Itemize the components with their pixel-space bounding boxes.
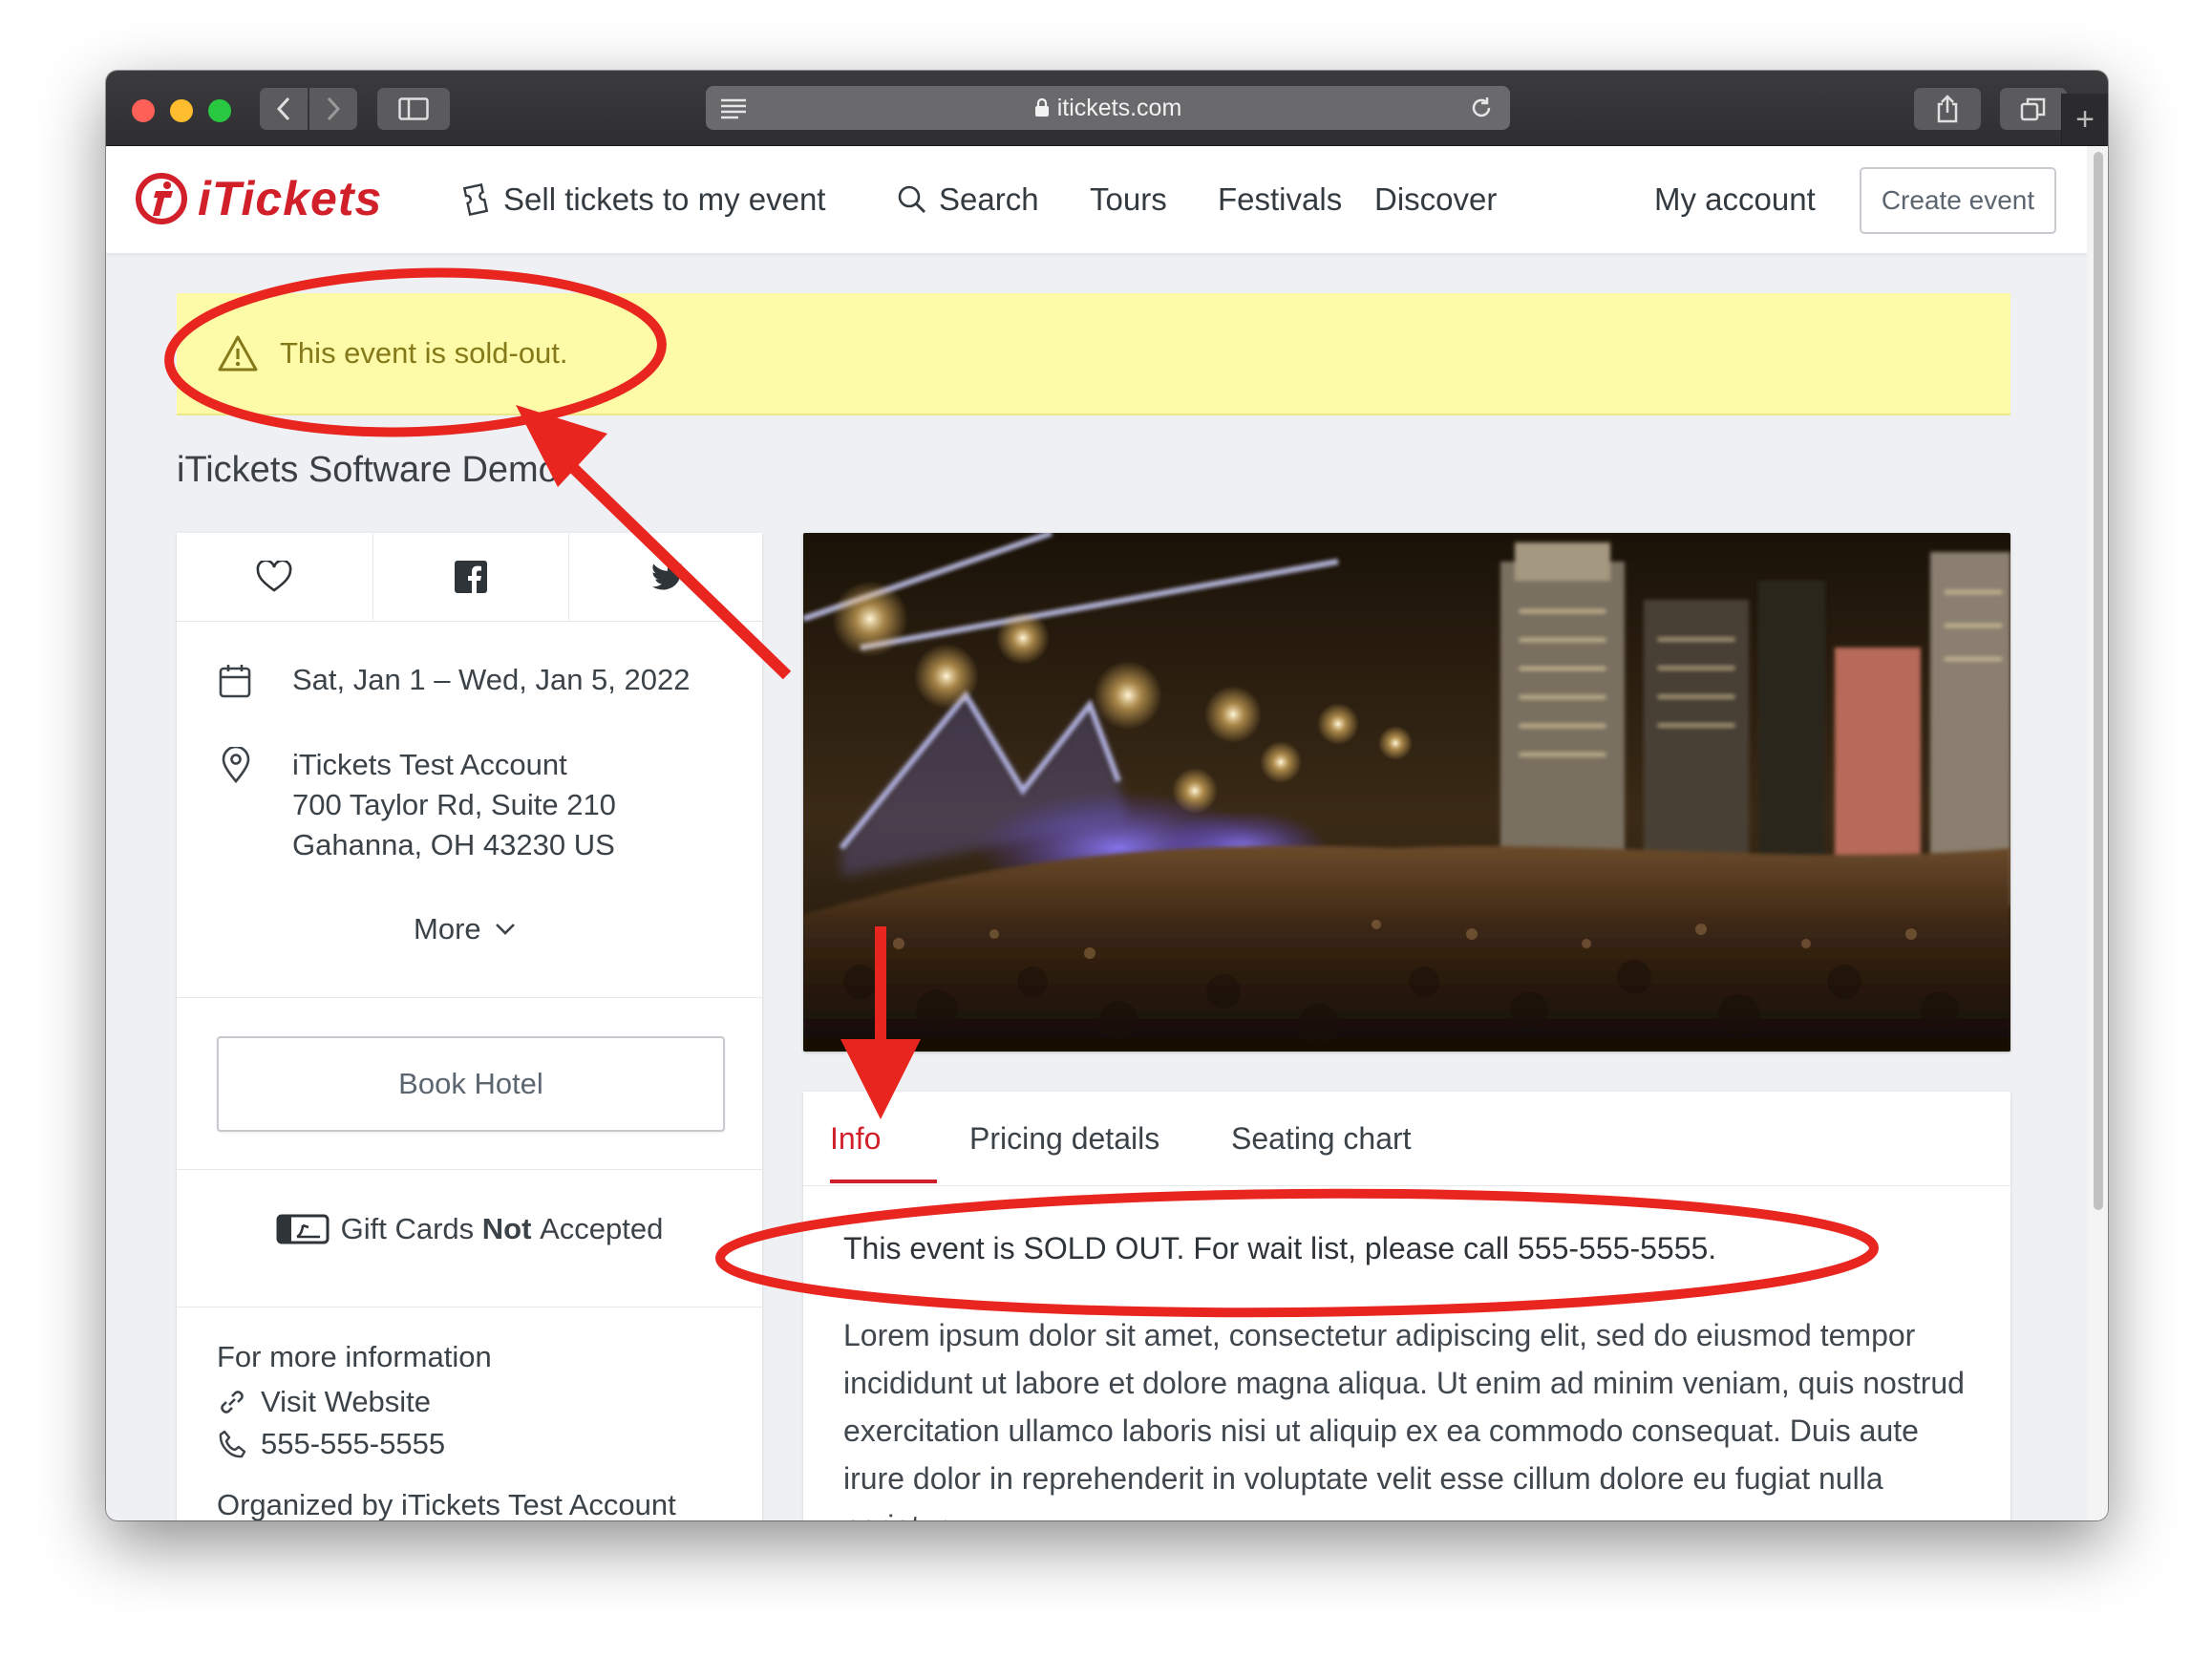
book-hotel-button[interactable]: Book Hotel (217, 1036, 725, 1132)
page-scrollbar[interactable] (2087, 146, 2108, 1520)
gift-cards-not: Not (481, 1212, 532, 1245)
nav-tours[interactable]: Tours (1090, 146, 1167, 253)
phone-label: 555-555-5555 (261, 1427, 446, 1460)
event-description: Lorem ipsum dolor sit amet, consectetur … (843, 1318, 1965, 1520)
link-icon (221, 1391, 244, 1414)
search-icon (898, 185, 925, 213)
gift-cards-notice: Gift Cards Not Accepted (177, 1188, 762, 1270)
venue-address-line1: 700 Taylor Rd, Suite 210 (292, 788, 616, 821)
tab-seating-chart[interactable]: Seating chart (1231, 1092, 1412, 1185)
nav-discover[interactable]: Discover (1374, 146, 1497, 253)
plus-icon: + (2075, 100, 2095, 138)
twitter-share-button[interactable] (568, 533, 763, 621)
visit-website-link[interactable]: Visit Website (217, 1385, 431, 1419)
venue-name: iTickets Test Account (292, 748, 567, 781)
reload-icon[interactable] (1468, 95, 1495, 128)
favorite-button[interactable] (177, 533, 371, 621)
address-bar[interactable]: itickets.com (706, 86, 1510, 130)
event-title: iTickets Software Demo (177, 450, 559, 490)
active-tab-indicator (830, 1180, 937, 1183)
more-info-heading: For more information (217, 1340, 492, 1373)
reader-icon[interactable] (719, 95, 748, 128)
chevron-down-icon (495, 924, 515, 935)
share-icon (1937, 95, 1958, 123)
organizer-text: Organized by iTickets Test Account (217, 1488, 676, 1520)
tabs-icon (2020, 97, 2046, 121)
close-window-button[interactable] (132, 99, 155, 122)
divider (177, 1169, 762, 1170)
soldout-alert-text: This event is sold-out. (280, 336, 568, 370)
event-date: Sat, Jan 1 – Wed, Jan 5, 2022 (292, 663, 691, 696)
chevron-left-icon (276, 96, 290, 121)
nav-search[interactable]: Search (897, 146, 1039, 253)
itickets-logo-icon (136, 173, 187, 224)
lock-icon (1034, 98, 1050, 117)
nav-festivals[interactable]: Festivals (1218, 146, 1342, 253)
gift-cards-prefix: Gift Cards (340, 1212, 475, 1245)
logo-text: iTickets (198, 172, 383, 225)
create-event-button[interactable]: Create event (1860, 167, 2056, 234)
twitter-icon (651, 563, 683, 590)
event-details-card: Info Pricing details Seating chart This … (803, 1092, 2010, 1520)
gift-cards-suffix: Accepted (540, 1212, 664, 1245)
back-button[interactable] (260, 88, 308, 130)
gift-card-icon (276, 1214, 330, 1244)
visit-website-label: Visit Website (261, 1385, 432, 1418)
facebook-share-button[interactable] (372, 533, 567, 621)
facebook-icon (454, 561, 487, 593)
browser-toolbar: itickets.com + (106, 71, 2108, 146)
venue-address-line2: Gahanna, OH 43230 US (292, 828, 615, 861)
sidebar-icon (398, 97, 429, 120)
forward-button[interactable] (309, 88, 357, 130)
share-button[interactable] (1914, 88, 1981, 130)
calendar-icon (219, 664, 251, 703)
minimize-window-button[interactable] (170, 99, 193, 122)
tabs-divider (803, 1185, 2010, 1186)
ticket-icon (462, 183, 489, 216)
heart-icon (256, 561, 291, 592)
more-toggle[interactable]: More (414, 909, 516, 949)
concert-photo (803, 533, 2010, 1052)
site-navbar: iTickets Sell tickets to my event Search… (106, 146, 2087, 253)
url-text: itickets.com (1056, 94, 1182, 121)
sidebar-toggle-button[interactable] (377, 88, 450, 130)
soldout-alert: This event is sold-out. (177, 293, 2010, 415)
tab-info[interactable]: Info (830, 1092, 881, 1185)
phone-icon (219, 1430, 246, 1458)
event-hero-image (803, 533, 2010, 1052)
nav-my-account[interactable]: My account (1654, 146, 1816, 253)
phone-link[interactable]: 555-555-5555 (217, 1427, 445, 1461)
share-row (177, 533, 762, 622)
warning-icon (217, 334, 259, 372)
chevron-right-icon (327, 96, 341, 121)
scrollbar-thumb[interactable] (2094, 152, 2103, 1210)
new-tab-button[interactable]: + (2061, 94, 2108, 145)
itickets-logo[interactable]: iTickets (135, 171, 382, 226)
divider (177, 997, 762, 998)
tabs-overview-button[interactable] (2000, 88, 2067, 130)
tab-pricing-details[interactable]: Pricing details (969, 1092, 1159, 1185)
zoom-window-button[interactable] (208, 99, 231, 122)
nav-sell-label: Sell tickets to my event (503, 181, 826, 217)
nav-sell-tickets[interactable]: Sell tickets to my event (459, 146, 825, 253)
nav-search-label: Search (939, 181, 1039, 217)
soldout-waitlist-note: This event is SOLD OUT. For wait list, p… (843, 1231, 1717, 1265)
event-sidebar: Sat, Jan 1 – Wed, Jan 5, 2022 iTickets T… (177, 533, 762, 1520)
page-viewport: iTickets Sell tickets to my event Search… (106, 146, 2108, 1520)
more-label: More (414, 912, 481, 946)
location-pin-icon (221, 745, 251, 788)
browser-window: itickets.com + iTickets Sell tickets to … (106, 71, 2108, 1520)
